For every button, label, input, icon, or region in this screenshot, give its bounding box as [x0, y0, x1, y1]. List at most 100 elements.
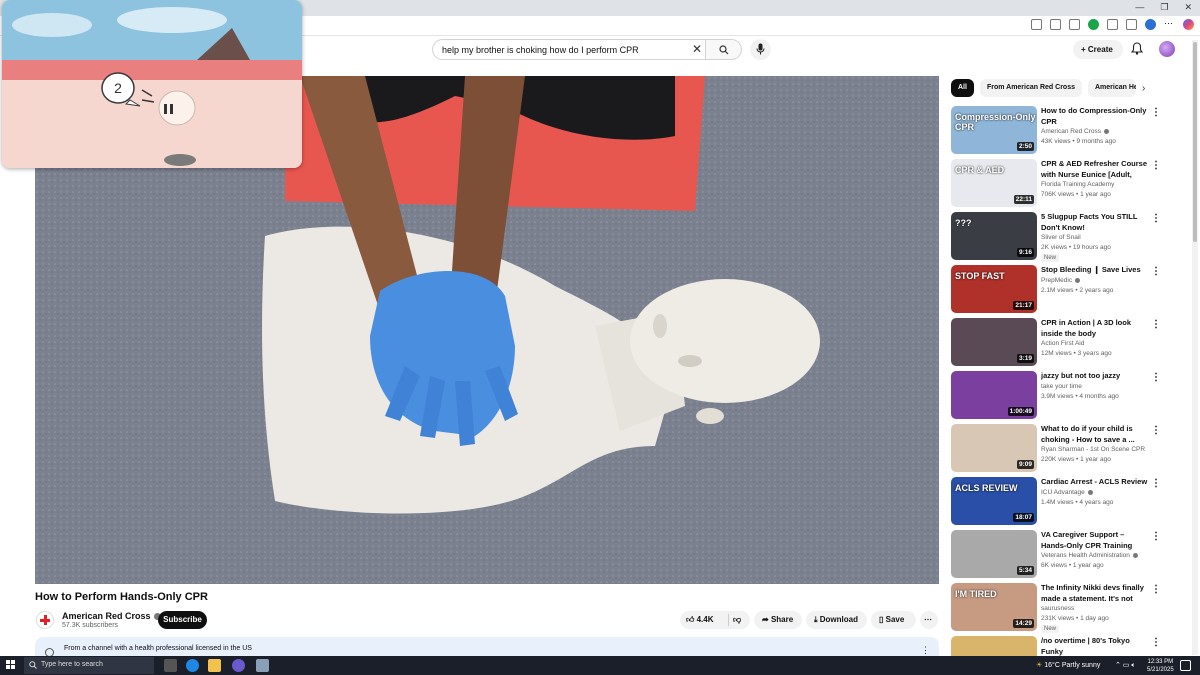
taskbar-weather[interactable]: ☀ 16°C Partly sunny	[1036, 661, 1100, 669]
close-icon[interactable]: ✕	[1184, 2, 1192, 13]
recommendation-item[interactable]: STOP FAST 21:17 Stop Bleeding ❙ Save Lives…	[951, 265, 1161, 315]
recommendation-title[interactable]: CPR in Action | A 3D look inside the bod…	[1041, 318, 1149, 339]
recommendation-channel[interactable]: Florida Training Academy	[1041, 181, 1114, 188]
search-input[interactable]: help my brother is choking how do I perf…	[432, 39, 706, 60]
profile-icon[interactable]	[1145, 19, 1156, 30]
channel-text[interactable]: Florida Training Academy	[1041, 181, 1114, 188]
mini-game-overlay[interactable]: 2	[2, 0, 302, 168]
like-button[interactable]: 👍︎ 4.4K	[686, 615, 714, 625]
recommendation-channel[interactable]: Veterans Health Administration	[1041, 552, 1138, 559]
more-vertical-icon[interactable]: ⋮	[1151, 213, 1161, 224]
chat-app-icon[interactable]	[232, 659, 245, 672]
recommendation-title[interactable]: /no overtime | 80's Tokyo Funky	[1041, 636, 1149, 657]
more-vertical-icon[interactable]: ⋮	[1151, 637, 1161, 648]
recommendation-thumbnail[interactable]: ??? 9:16	[951, 212, 1037, 260]
recommendation-channel[interactable]: Action First Aid	[1041, 340, 1084, 347]
scrollbar-thumb[interactable]	[1193, 42, 1197, 242]
recommendation-item[interactable]: CPR & AED 22:11 CPR & AED Refresher Course…	[951, 159, 1161, 209]
channel-text[interactable]: Action First Aid	[1041, 340, 1084, 347]
minimize-icon[interactable]: —	[1135, 2, 1144, 13]
recommendation-channel[interactable]: saurusness	[1041, 605, 1074, 612]
recommendation-title[interactable]: Stop Bleeding ❙ Save Lives	[1041, 265, 1149, 276]
recommendation-title[interactable]: 5 Slugpup Facts You STILL Don't Know!	[1041, 212, 1149, 233]
recommendation-title[interactable]: jazzy but not too jazzy	[1041, 371, 1149, 382]
more-vertical-icon[interactable]: ⋮	[1151, 107, 1161, 118]
recommendation-item[interactable]: ??? 9:16 5 Slugpup Facts You STILL Don't K…	[951, 212, 1161, 262]
recommendation-thumbnail[interactable]: 3:19	[951, 318, 1037, 366]
install-app-icon[interactable]	[1031, 19, 1042, 30]
extension-icon[interactable]	[1088, 19, 1099, 30]
recommendation-thumbnail[interactable]: STOP FAST 21:17	[951, 265, 1037, 313]
recommendation-title[interactable]: The Infinity Nikki devs finally made a s…	[1041, 583, 1149, 604]
recommendation-item[interactable]: 1:00:49 jazzy but not too jazzy take your …	[951, 371, 1161, 421]
recommendation-channel[interactable]: Ryan Sharman - 1st On Scene CPR	[1041, 446, 1145, 453]
chip-american-heart[interactable]: American Hea	[1088, 79, 1136, 97]
share-button[interactable]: ➦ Share	[754, 611, 802, 629]
notice-menu-icon[interactable]: ⋮	[921, 645, 930, 656]
recommendation-title[interactable]: How to do Compression-Only CPR	[1041, 106, 1149, 127]
more-vertical-icon[interactable]: ⋮	[1151, 584, 1161, 595]
file-explorer-icon[interactable]	[208, 659, 221, 672]
recommendation-item[interactable]: ACLS REVIEW 18:07 Cardiac Arrest - ACLS Re…	[951, 477, 1161, 527]
recommendation-title[interactable]: Cardiac Arrest - ACLS Review	[1041, 477, 1149, 488]
voice-search-button[interactable]	[750, 39, 771, 60]
channel-name[interactable]: American Red Cross	[62, 611, 161, 621]
channel-text[interactable]: Ryan Sharman - 1st On Scene CPR	[1041, 446, 1145, 453]
task-view-icon[interactable]	[164, 659, 177, 672]
recommendation-thumbnail[interactable]: Compression-Only CPR 2:50	[951, 106, 1037, 154]
zoom-icon[interactable]	[1050, 19, 1061, 30]
channel-text[interactable]: Veterans Health Administration	[1041, 552, 1130, 559]
favorite-star-icon[interactable]	[1069, 19, 1080, 30]
recommendation-channel[interactable]: take your time	[1041, 383, 1082, 390]
more-vertical-icon[interactable]: ⋮	[1151, 266, 1161, 277]
more-actions-button[interactable]: ⋯	[920, 611, 938, 629]
recommendation-thumbnail[interactable]: I'M TIRED 14:29	[951, 583, 1037, 631]
notifications-bell-icon[interactable]	[1131, 42, 1143, 55]
search-button[interactable]	[706, 39, 742, 60]
taskbar-search-box[interactable]: Type here to search	[24, 657, 154, 674]
edge-browser-icon[interactable]	[186, 659, 199, 672]
channel-text[interactable]: American Red Cross	[1041, 128, 1101, 135]
clear-search-icon[interactable]: ✕	[692, 42, 702, 56]
recommendation-thumbnail[interactable]: CPR & AED 22:11	[951, 159, 1037, 207]
more-vertical-icon[interactable]: ⋮	[1151, 319, 1161, 330]
system-tray[interactable]: ⌃ ▭ 🔈︎	[1115, 661, 1136, 670]
channel-text[interactable]: ICU Advantage	[1041, 489, 1085, 496]
recommendation-item[interactable]: 9:09 What to do if your child is choking …	[951, 424, 1161, 474]
recommendation-thumbnail[interactable]: 5:34	[951, 530, 1037, 578]
recommendation-item[interactable]: 3:19 CPR in Action | A 3D look inside the…	[951, 318, 1161, 368]
channel-name-text[interactable]: American Red Cross	[62, 611, 151, 621]
chip-from-channel[interactable]: From American Red Cross	[979, 79, 1082, 97]
channel-text[interactable]: saurusness	[1041, 605, 1074, 612]
recommendation-item[interactable]: 5:34 VA Caregiver Support – Hands-Only CP…	[951, 530, 1161, 580]
extensions-puzzle-icon[interactable]	[1107, 19, 1118, 30]
recommendation-thumbnail[interactable]: 1:00:49	[951, 371, 1037, 419]
recommendation-channel[interactable]: American Red Cross	[1041, 128, 1109, 135]
more-vertical-icon[interactable]: ⋮	[1151, 531, 1161, 542]
recommendation-item[interactable]: Compression-Only CPR 2:50 How to do Compre…	[951, 106, 1161, 156]
more-vertical-icon[interactable]: ⋮	[1151, 478, 1161, 489]
notifications-icon[interactable]	[1180, 660, 1191, 671]
restore-icon[interactable]: ❐	[1160, 2, 1168, 13]
browser-menu-icon[interactable]: ⋯	[1164, 19, 1175, 30]
chip-all[interactable]: All	[951, 79, 974, 97]
recommendation-thumbnail[interactable]: 9:09	[951, 424, 1037, 472]
chevron-right-icon[interactable]: ›	[1142, 83, 1145, 94]
favorites-icon[interactable]	[1126, 19, 1137, 30]
copilot-icon[interactable]	[1183, 19, 1194, 30]
subscribe-button[interactable]: Subscribe	[158, 611, 207, 629]
recommendation-channel[interactable]: PrepMedic	[1041, 277, 1081, 284]
recommendation-item[interactable]: I'M TIRED 14:29 The Infinity Nikki devs fi…	[951, 583, 1161, 633]
recommendation-thumbnail[interactable]: ACLS REVIEW 18:07	[951, 477, 1037, 525]
page-scrollbar[interactable]	[1192, 40, 1198, 655]
download-button[interactable]: ⤓ Download	[806, 611, 867, 629]
recommendation-title[interactable]: CPR & AED Refresher Course with Nurse Eu…	[1041, 159, 1149, 180]
channel-text[interactable]: Sliver of Snail	[1041, 234, 1081, 241]
more-vertical-icon[interactable]: ⋮	[1151, 425, 1161, 436]
save-button[interactable]: ▯ Save	[871, 611, 916, 629]
windows-start-icon[interactable]	[6, 660, 16, 670]
recommendation-channel[interactable]: Sliver of Snail	[1041, 234, 1081, 241]
channel-text[interactable]: PrepMedic	[1041, 277, 1072, 284]
channel-text[interactable]: take your time	[1041, 383, 1082, 390]
recommendation-title[interactable]: What to do if your child is choking - Ho…	[1041, 424, 1149, 445]
